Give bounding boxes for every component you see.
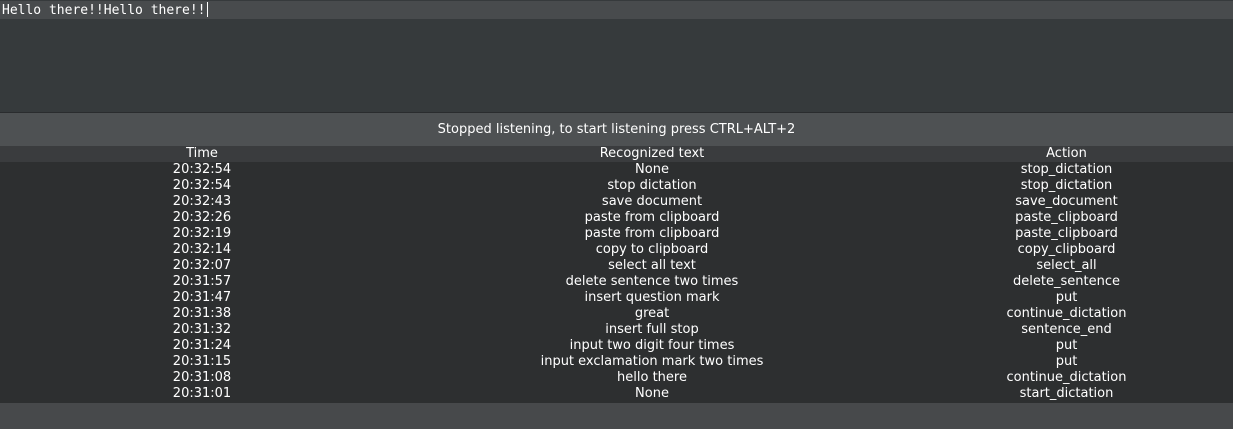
cell-action: save_document — [1015, 194, 1118, 209]
table-row[interactable]: 20:32:19 paste from clipboard paste_clip… — [0, 226, 1233, 242]
cell-recognized-text: save document — [601, 194, 703, 209]
cell-recognized-text: input two digit four times — [569, 338, 735, 353]
cell-time: 20:32:54 — [172, 162, 232, 177]
cell-recognized-text: insert question mark — [584, 290, 720, 305]
cell-action: continue_dictation — [1006, 306, 1127, 321]
cell-time: 20:31:32 — [172, 322, 232, 337]
table-body: 20:32:54 None stop_dictation 20:32:54 st… — [0, 162, 1233, 402]
cell-action: continue_dictation — [1006, 370, 1127, 385]
table-row[interactable]: 20:31:08 hello there continue_dictation — [0, 370, 1233, 386]
cell-recognized-text: None — [635, 386, 669, 401]
cell-recognized-text: input exclamation mark two times — [540, 354, 764, 369]
cell-action: delete_sentence — [1013, 274, 1120, 289]
column-header-recognized-text[interactable]: Recognized text — [404, 146, 900, 162]
cell-action: paste_clipboard — [1015, 226, 1118, 241]
column-header-action[interactable]: Action — [900, 146, 1233, 162]
cell-time: 20:31:01 — [172, 386, 232, 401]
table-row[interactable]: 20:31:57 delete sentence two times delet… — [0, 274, 1233, 290]
cell-action: put — [1055, 290, 1078, 305]
table-row[interactable]: 20:32:07 select all text select_all — [0, 258, 1233, 274]
dictation-text-editor[interactable]: Hello there!!Hello there!! — [0, 0, 1233, 113]
cell-action: paste_clipboard — [1015, 210, 1118, 225]
cell-action: select_all — [1036, 258, 1097, 273]
table-row[interactable]: 20:32:54 stop dictation stop_dictation — [0, 178, 1233, 194]
cell-recognized-text: hello there — [617, 370, 687, 385]
table-row[interactable]: 20:31:47 insert question mark put — [0, 290, 1233, 306]
table-header: Time Recognized text Action — [0, 146, 1233, 162]
table-row[interactable]: 20:31:32 insert full stop sentence_end — [0, 322, 1233, 338]
cell-action: copy_clipboard — [1017, 242, 1116, 257]
cell-recognized-text: great — [634, 306, 670, 321]
cell-action: put — [1055, 338, 1078, 353]
cell-recognized-text: None — [635, 162, 669, 177]
cell-recognized-text: copy to clipboard — [595, 242, 709, 257]
table-row[interactable]: 20:32:54 None stop_dictation — [0, 162, 1233, 178]
cell-recognized-text: select all text — [608, 258, 696, 273]
cell-time: 20:32:07 — [172, 258, 232, 273]
editor-text-value: Hello there!!Hello there!! — [2, 3, 206, 18]
bottom-bar — [0, 403, 1233, 429]
status-message: Stopped listening, to start listening pr… — [437, 122, 796, 137]
table-row[interactable]: 20:31:15 input exclamation mark two time… — [0, 354, 1233, 370]
cell-time: 20:31:08 — [172, 370, 232, 385]
cell-action: put — [1055, 354, 1078, 369]
cell-time: 20:31:47 — [172, 290, 232, 305]
table-row[interactable]: 20:31:38 great continue_dictation — [0, 306, 1233, 322]
cell-recognized-text: paste from clipboard — [584, 210, 720, 225]
cell-time: 20:31:57 — [172, 274, 232, 289]
recognition-log-table: Time Recognized text Action 20:32:54 Non… — [0, 146, 1233, 403]
table-row[interactable]: 20:32:43 save document save_document — [0, 194, 1233, 210]
cell-action: stop_dictation — [1020, 162, 1113, 177]
table-row[interactable]: 20:31:24 input two digit four times put — [0, 338, 1233, 354]
cell-action: start_dictation — [1019, 386, 1114, 401]
text-caret — [206, 2, 208, 17]
cell-recognized-text: delete sentence two times — [565, 274, 739, 289]
cell-time: 20:32:14 — [172, 242, 232, 257]
column-header-time[interactable]: Time — [0, 146, 404, 162]
table-row[interactable]: 20:31:01 None start_dictation — [0, 386, 1233, 402]
table-row[interactable]: 20:32:26 paste from clipboard paste_clip… — [0, 210, 1233, 226]
cell-action: sentence_end — [1021, 322, 1112, 337]
cell-time: 20:31:24 — [172, 338, 232, 353]
table-row[interactable]: 20:32:14 copy to clipboard copy_clipboar… — [0, 242, 1233, 258]
status-bar: Stopped listening, to start listening pr… — [0, 113, 1233, 146]
cell-recognized-text: stop dictation — [607, 178, 697, 193]
cell-time: 20:32:54 — [172, 178, 232, 193]
editor-content[interactable]: Hello there!!Hello there!! — [2, 2, 208, 19]
cell-action: stop_dictation — [1020, 178, 1113, 193]
cell-recognized-text: paste from clipboard — [584, 226, 720, 241]
cell-time: 20:32:19 — [172, 226, 232, 241]
cell-time: 20:32:26 — [172, 210, 232, 225]
cell-time: 20:31:38 — [172, 306, 232, 321]
cell-time: 20:31:15 — [172, 354, 232, 369]
cell-time: 20:32:43 — [172, 194, 232, 209]
cell-recognized-text: insert full stop — [605, 322, 699, 337]
